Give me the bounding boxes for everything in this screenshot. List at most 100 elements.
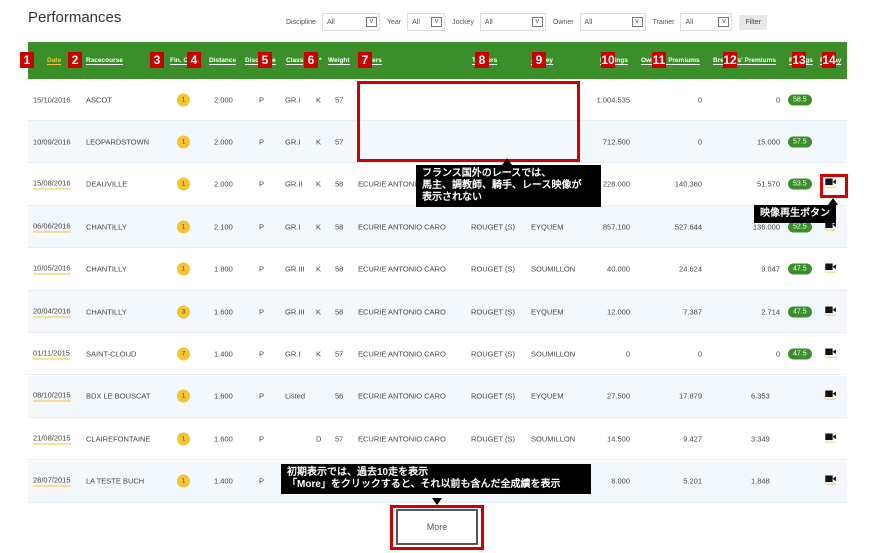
video-camera-icon[interactable] bbox=[824, 475, 838, 487]
discipline: P bbox=[259, 179, 265, 189]
finish-position-badge: 1 bbox=[177, 389, 190, 403]
table-row: 01/11/2015 SAINT-CLOUD 7 1.400 P GR.I K 57 ECURI… bbox=[28, 333, 847, 376]
discipline: P bbox=[259, 95, 265, 104]
chevron-down-icon: v bbox=[431, 17, 443, 27]
filter-select-trainer[interactable]: All v bbox=[680, 13, 733, 31]
date-link[interactable]: 01/11/2015 bbox=[33, 348, 70, 360]
column-header[interactable]: Racecourse bbox=[86, 57, 123, 65]
date-link[interactable]: 21/08/2015 bbox=[33, 433, 71, 445]
date-link[interactable]: 28/07/2015 bbox=[33, 476, 71, 487]
filter-value: All bbox=[412, 18, 420, 26]
column-number-badge: 4 bbox=[187, 52, 201, 68]
column-number-badge: 2 bbox=[68, 52, 82, 68]
earnings: 1.004.535 bbox=[596, 95, 630, 104]
page-title: Performances bbox=[28, 9, 122, 26]
column-header[interactable]: Distance bbox=[209, 57, 237, 65]
owners-premium: 24.624 bbox=[679, 264, 702, 274]
column-number-badge: 6 bbox=[304, 52, 318, 68]
discipline: P bbox=[259, 137, 265, 147]
filter-select-owner[interactable]: All v bbox=[579, 13, 646, 31]
video-camera-icon[interactable] bbox=[824, 433, 838, 444]
racecourse: CHANTILLY bbox=[86, 264, 127, 274]
discipline: P bbox=[259, 434, 265, 444]
trainer: ROUGET (S) bbox=[471, 307, 516, 316]
column-number-badge: 5 bbox=[258, 52, 272, 68]
filter-value: All bbox=[584, 18, 593, 26]
breeders-premium: 2.714 bbox=[761, 307, 780, 316]
distance: 1.400 bbox=[214, 476, 233, 486]
owners-premium: 140.360 bbox=[674, 179, 702, 189]
filter-value: All bbox=[685, 18, 694, 26]
annotation-line: 表示されない bbox=[422, 192, 482, 203]
date-link[interactable]: 10/05/2016 bbox=[33, 264, 71, 275]
annotation-line: 「More」をクリックすると、それ以前も含んだ全成績を表示 bbox=[287, 479, 561, 490]
date-link: 15/10/2016 bbox=[33, 95, 71, 104]
distance: 2.000 bbox=[214, 137, 233, 147]
weight: 58 bbox=[335, 264, 344, 274]
column-number-badge: 9 bbox=[532, 52, 546, 68]
finish-position-badge: 1 bbox=[177, 474, 190, 488]
column-header[interactable]: Date bbox=[47, 57, 62, 65]
column-header[interactable]: Weight bbox=[328, 57, 350, 65]
distance: 1.800 bbox=[214, 264, 233, 274]
discipline: P bbox=[259, 307, 265, 316]
rating-badge: 57.5 bbox=[788, 136, 812, 148]
column-header[interactable]: Class bbox=[286, 57, 304, 65]
owners-premium: 0 bbox=[697, 349, 702, 359]
date-link[interactable]: 15/08/2016 bbox=[33, 179, 71, 190]
trainer: ROUGET (S) bbox=[471, 434, 516, 444]
video-camera-icon[interactable] bbox=[824, 348, 838, 359]
video-camera-icon[interactable] bbox=[824, 306, 838, 317]
column-number-badge: 7 bbox=[358, 52, 372, 68]
date-link[interactable]: 08/10/2015 bbox=[33, 391, 71, 402]
filter-select-year[interactable]: All v bbox=[407, 13, 446, 31]
discipline: P bbox=[259, 476, 265, 486]
filter-select-jockey[interactable]: All v bbox=[479, 13, 546, 31]
annotation-arrow bbox=[828, 198, 838, 205]
star-flag: D bbox=[316, 434, 322, 444]
racecourse: CHANTILLY bbox=[86, 307, 127, 316]
column-number-badge: 8 bbox=[475, 52, 489, 68]
filter-select-discipline[interactable]: All v bbox=[321, 13, 380, 31]
rating-badge: 47.5 bbox=[788, 263, 812, 275]
chevron-down-icon: v bbox=[531, 17, 543, 27]
earnings: 228.000 bbox=[602, 179, 630, 189]
filter-button[interactable]: Filter bbox=[739, 14, 768, 30]
date-link[interactable]: 20/04/2016 bbox=[33, 306, 71, 317]
column-number-badge: 11 bbox=[652, 52, 666, 68]
jockey: SOUMILLON bbox=[531, 434, 576, 444]
distance: 1.600 bbox=[214, 307, 233, 316]
annotation-more: 初期表示では、過去10走を表示 「More」をクリックすると、それ以前も含んだ全… bbox=[281, 464, 591, 494]
table-row: 21/08/2015 CLAIREFONTAINE 1 1.600 P D 57 ECURIE… bbox=[28, 418, 847, 461]
owner: ECURIE ANTONIO CARO bbox=[358, 391, 446, 401]
owner: ECURIE ANTONIO CARO bbox=[358, 222, 446, 232]
video-camera-icon[interactable] bbox=[824, 390, 838, 402]
video-camera-icon[interactable] bbox=[824, 263, 838, 275]
racecourse: LEOPARDSTOWN bbox=[86, 137, 150, 147]
star-flag: K bbox=[316, 222, 322, 232]
column-header[interactable]: * bbox=[319, 57, 322, 64]
weight: 57 bbox=[335, 95, 344, 104]
table-row: 20/04/2016 CHANTILLY 3 1.600 P GR.III K 58 ECURI… bbox=[28, 291, 847, 333]
more-button[interactable]: More bbox=[396, 509, 478, 545]
owners-premium: 9.427 bbox=[683, 434, 702, 444]
finish-position-badge: 1 bbox=[177, 262, 190, 276]
breeders-premium: 3.349 bbox=[751, 434, 770, 444]
rating-badge: 53.5 bbox=[788, 178, 812, 190]
column-header[interactable]: Owners' Premiums bbox=[641, 57, 700, 65]
annotation-line: フランス国外のレースでは、 bbox=[422, 168, 552, 179]
star-flag: K bbox=[316, 137, 322, 147]
owners-premium: 5.201 bbox=[683, 476, 702, 486]
class: GR.III bbox=[285, 307, 305, 316]
column-number-badge: 1 bbox=[20, 52, 34, 68]
date-link: 10/09/2016 bbox=[33, 137, 71, 147]
filter-value: All bbox=[484, 18, 493, 26]
annotation-arrow bbox=[502, 158, 512, 165]
trainer: ROUGET (S) bbox=[471, 222, 516, 232]
class: Listed bbox=[285, 391, 306, 401]
breeders-premium: 15.000 bbox=[757, 137, 780, 147]
date-link[interactable]: 06/06/2016 bbox=[33, 221, 71, 233]
racecourse: CLAIREFONTAINE bbox=[86, 434, 151, 444]
breeders-premium: 0 bbox=[775, 95, 780, 104]
owners-premium: 0 bbox=[697, 95, 702, 104]
